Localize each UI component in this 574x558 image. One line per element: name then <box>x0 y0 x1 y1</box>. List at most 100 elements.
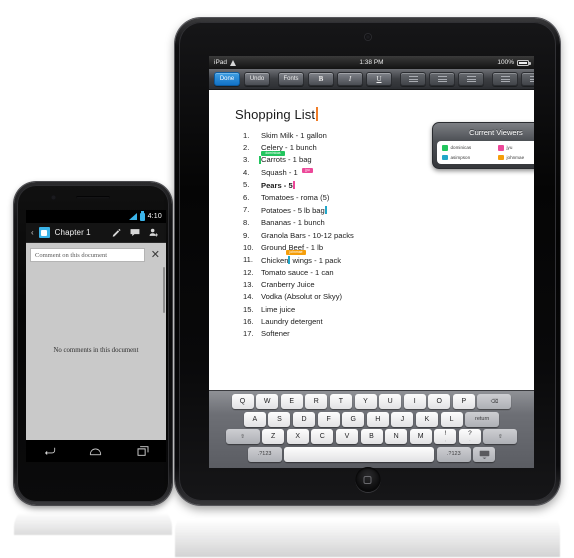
collab-caret-title <box>316 107 319 121</box>
key-dismiss-keyboard[interactable] <box>473 446 496 462</box>
list-item-text: Lime juice <box>261 304 296 314</box>
numbered-list-icon[interactable] <box>429 72 455 86</box>
key-w[interactable]: W <box>256 394 279 409</box>
earpiece-speaker <box>76 196 110 199</box>
key-space[interactable] <box>284 446 435 462</box>
key-numbers-right[interactable]: .?123 <box>436 446 471 462</box>
done-button[interactable]: Done <box>214 72 240 86</box>
key-backspace[interactable]: ⌫ <box>477 394 512 409</box>
ios-status-bar: iPad 1:38 PM 100% <box>209 56 534 69</box>
close-icon[interactable]: ✕ <box>149 249 162 261</box>
list-item-number: 16. <box>243 316 254 326</box>
key-m[interactable]: M <box>409 429 432 445</box>
recents-icon[interactable] <box>132 444 154 458</box>
list-item-number: 14. <box>243 292 254 302</box>
key-a[interactable]: A <box>243 411 266 427</box>
home-icon[interactable] <box>85 444 107 458</box>
key-b[interactable]: B <box>360 429 383 445</box>
list-item[interactable]: 9. Granola Bars - 10-12 packs <box>235 231 508 240</box>
key-s[interactable]: S <box>268 411 291 427</box>
scrollbar[interactable] <box>163 267 165 313</box>
key-z[interactable]: Z <box>262 429 285 445</box>
list-item[interactable]: 14. Vodka (Absolut or Skyy) <box>235 293 508 301</box>
key-q[interactable]: Q <box>231 394 254 409</box>
key-x[interactable]: X <box>286 429 309 445</box>
key-f[interactable]: F <box>317 411 340 427</box>
key-h[interactable]: H <box>366 411 389 427</box>
viewer-color-swatch <box>442 145 448 151</box>
viewer-color-swatch <box>498 154 504 160</box>
list-item[interactable]: 8. Bananas - 1 bunch <box>235 219 508 227</box>
list-item[interactable]: 5. Pears - 5 <box>235 181 508 190</box>
viewer-item: jyu <box>498 145 534 151</box>
key-question[interactable]: ?. <box>458 429 481 445</box>
list-item[interactable]: 10. Ground Beef - 1 lb johnmae <box>235 242 508 256</box>
list-item[interactable]: 12. Tomato sauce - 1 can <box>235 269 508 277</box>
list-item-text: Bananas - 1 bunch <box>261 218 325 228</box>
key-u[interactable]: U <box>379 394 402 409</box>
list-item-text: Pears - 5 <box>261 180 295 190</box>
document-app-icon <box>38 227 50 238</box>
italic-label: I <box>348 75 352 83</box>
list-item-number: 6. <box>243 192 250 202</box>
underline-button[interactable]: U <box>366 72 392 86</box>
list-item-text: Ground Beef - 1 lb johnmae <box>261 242 324 256</box>
viewer-item: johnmae <box>498 154 534 160</box>
key-l[interactable]: L <box>440 411 463 427</box>
key-c[interactable]: C <box>311 429 334 445</box>
edit-pencil-icon[interactable] <box>112 224 121 242</box>
comment-icon[interactable] <box>130 224 140 242</box>
key-n[interactable]: N <box>385 429 408 445</box>
key-r[interactable]: R <box>305 394 328 409</box>
key-numbers-left[interactable]: .?123 <box>247 446 282 462</box>
outdent-icon[interactable] <box>492 72 518 86</box>
indent-icon[interactable] <box>521 72 534 86</box>
signal-icon <box>128 213 137 220</box>
key-i[interactable]: I <box>403 394 426 409</box>
key-v[interactable]: V <box>335 429 358 445</box>
list-item[interactable]: 4. Squash - 1 jyu <box>235 167 508 177</box>
list-item[interactable]: 15. Lime juice <box>235 306 508 314</box>
android-nav-bar <box>26 440 166 462</box>
list-item-text: Vodka (Absolut or Skyy) <box>261 292 343 302</box>
list-item-number: 3. <box>243 155 250 165</box>
list-item[interactable]: 13. Cranberry Juice <box>235 281 508 289</box>
list-item[interactable]: 6. Tomatoes - roma (5) <box>235 194 508 202</box>
add-person-icon[interactable] <box>149 224 158 242</box>
list-item[interactable]: 11. Chicken wings - 1 pack <box>235 256 508 265</box>
undo-button[interactable]: Undo <box>244 72 270 86</box>
comment-input[interactable]: Comment on this document <box>30 248 145 262</box>
key-k[interactable]: K <box>415 411 438 427</box>
list-item-number: 5. <box>243 179 250 189</box>
key-d[interactable]: D <box>293 411 316 427</box>
key-shift-left[interactable]: ⇧ <box>225 429 260 445</box>
list-item[interactable]: 16. Laundry detergent <box>235 318 508 326</box>
key-exclamation[interactable]: !, <box>434 429 457 445</box>
list-item-text: Tomato sauce - 1 can <box>261 268 334 278</box>
fonts-button[interactable]: Fonts <box>278 72 304 86</box>
align-left-icon[interactable] <box>400 72 426 86</box>
bullet-list-icon[interactable] <box>458 72 484 86</box>
back-icon[interactable] <box>38 444 60 458</box>
key-t[interactable]: T <box>329 394 352 409</box>
key-return[interactable]: return <box>465 411 500 427</box>
list-item[interactable]: 17. Softener <box>235 330 508 338</box>
list-item-text: Softener <box>261 329 290 338</box>
key-j[interactable]: J <box>391 411 414 427</box>
viewers-title: Current Viewers <box>469 128 523 137</box>
key-shift-right[interactable]: ⇧ <box>483 429 518 445</box>
list-item[interactable]: 7. Potatoes - 5 lb bag <box>235 206 508 215</box>
keyboard-row-2: A S D F G H J K Lreturn <box>212 411 531 427</box>
key-p[interactable]: P <box>452 394 475 409</box>
key-g[interactable]: G <box>342 411 365 427</box>
action-bar-icons <box>112 224 161 242</box>
key-o[interactable]: O <box>428 394 451 409</box>
key-e[interactable]: E <box>280 394 303 409</box>
up-caret-icon[interactable]: ‹ <box>31 228 34 237</box>
key-y[interactable]: Y <box>354 394 377 409</box>
home-square-icon <box>363 475 372 484</box>
bold-button[interactable]: B <box>308 72 334 86</box>
italic-button[interactable]: I <box>337 72 363 86</box>
list-item-text: Celery - 1 bunch dominicas <box>261 143 317 156</box>
home-button[interactable] <box>355 467 380 492</box>
